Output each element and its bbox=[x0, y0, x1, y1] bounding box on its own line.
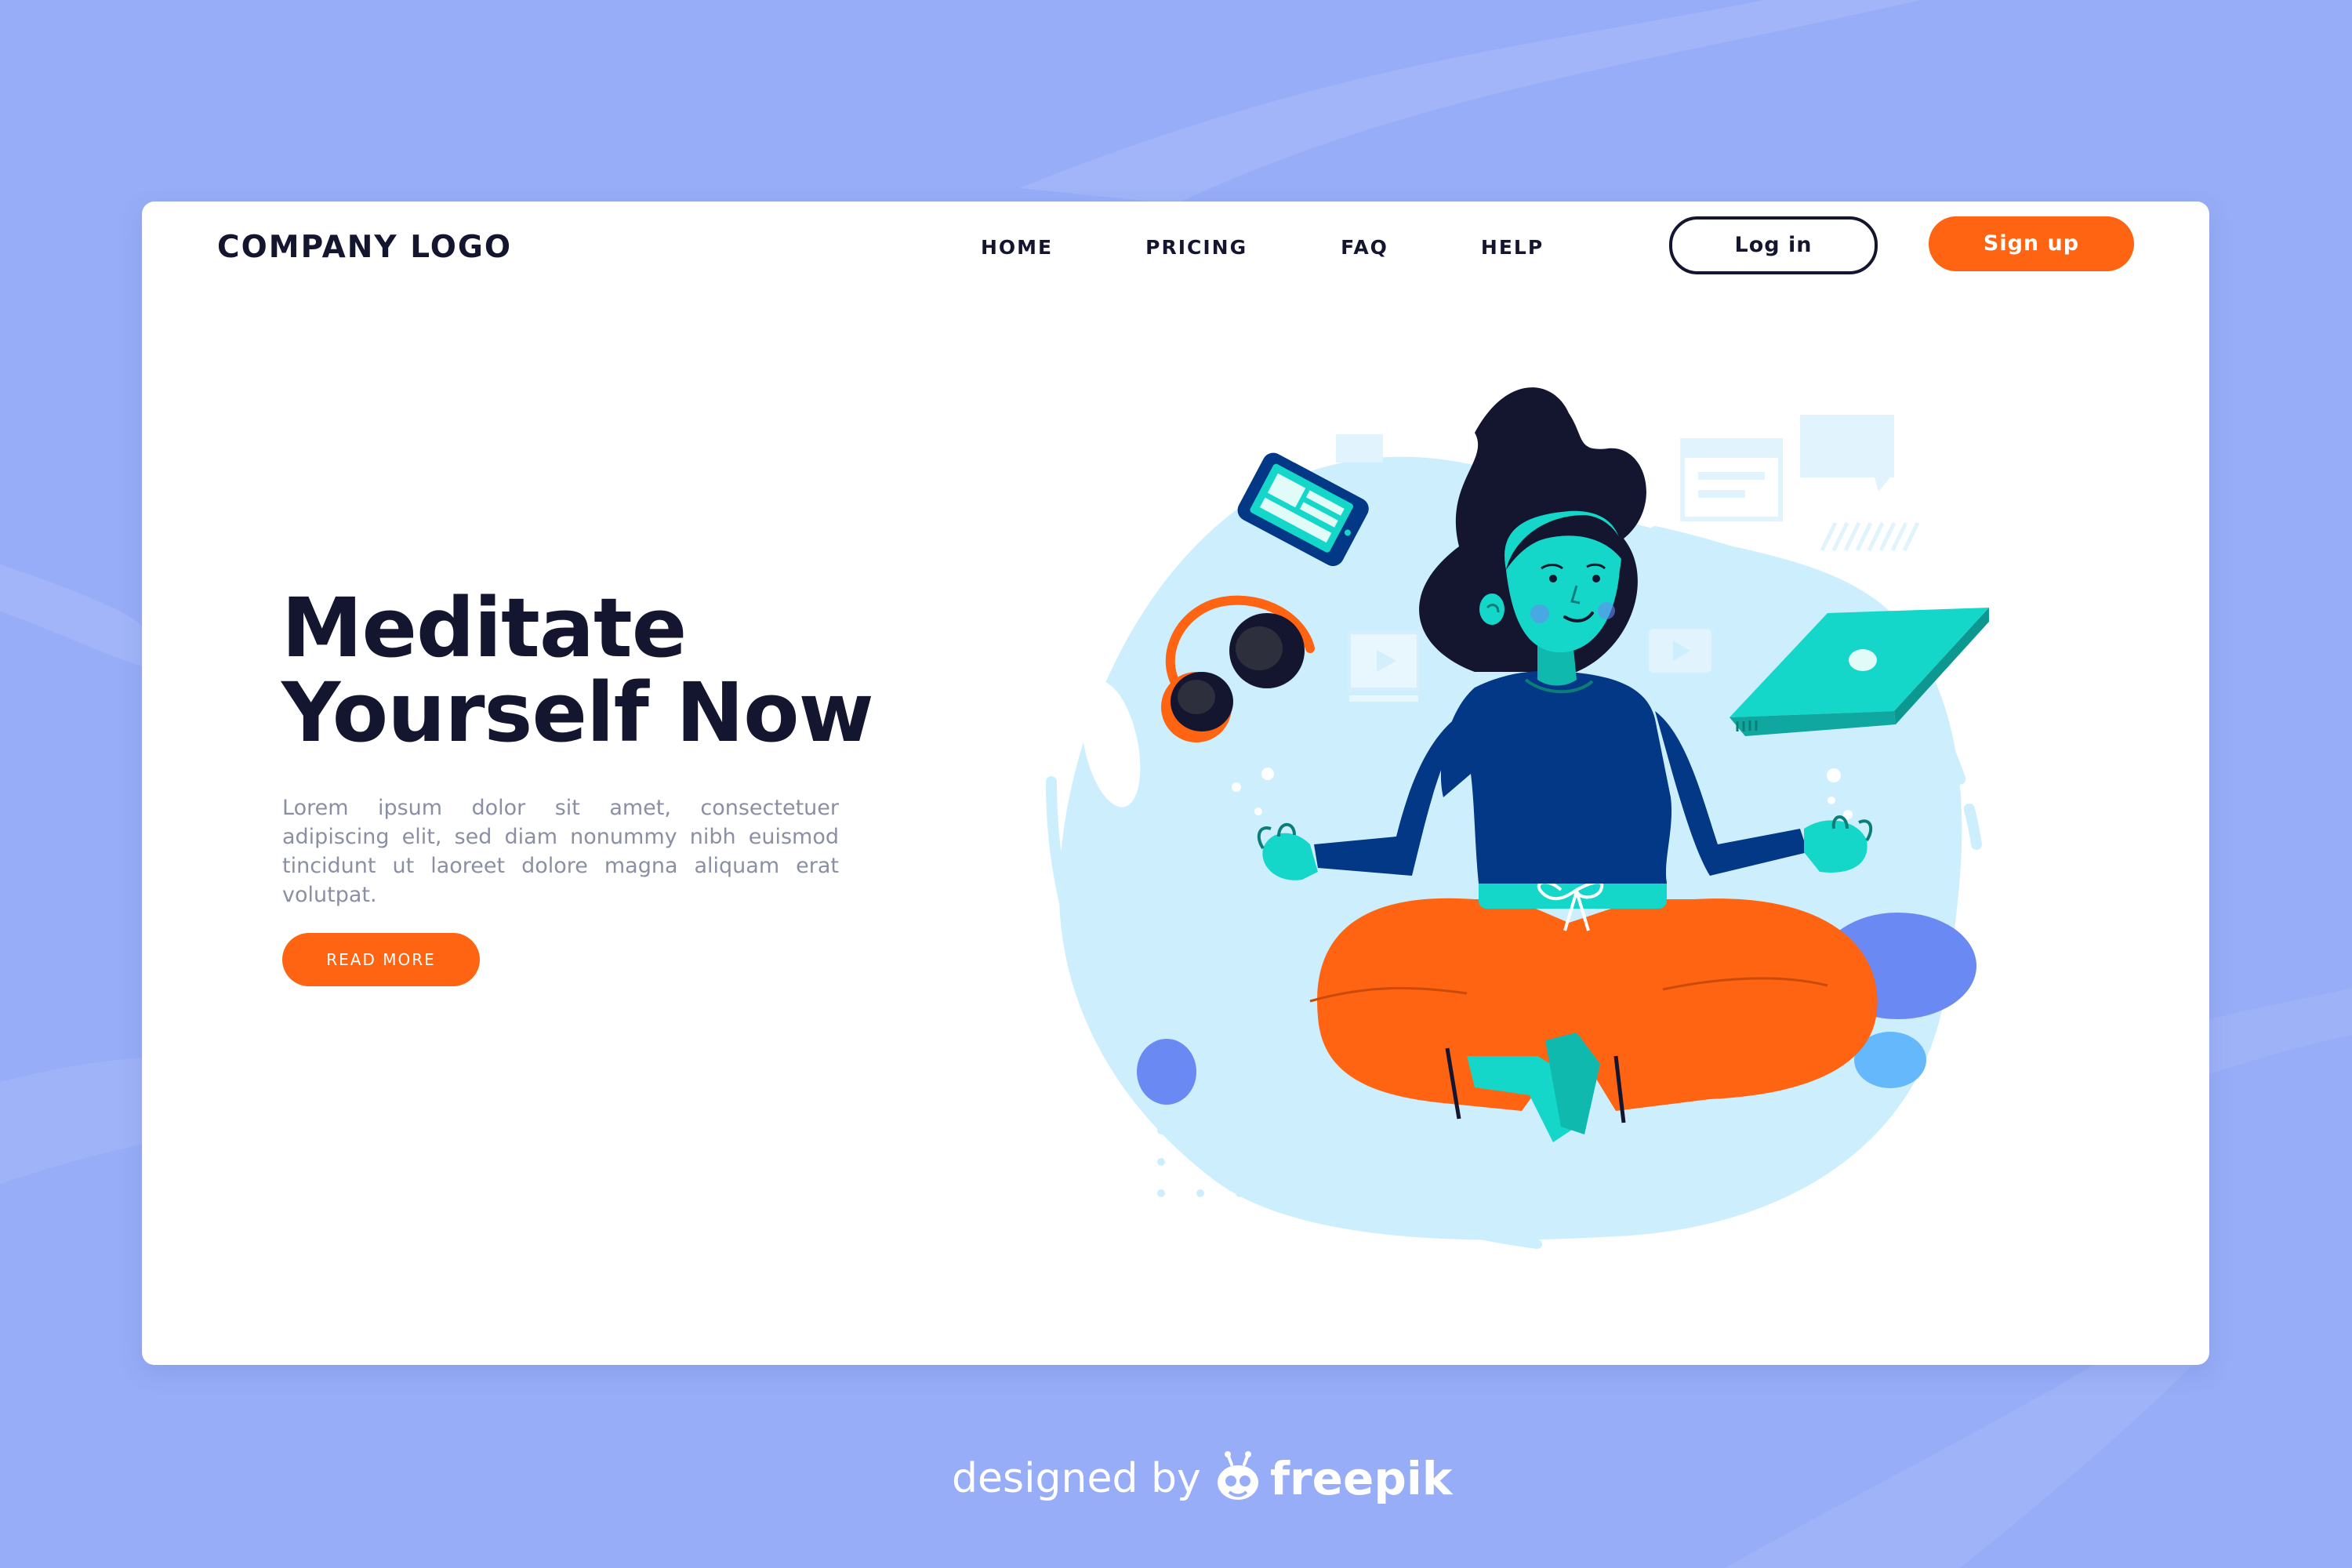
freepik-brand: freepik bbox=[1269, 1452, 1453, 1505]
freepik-bee-icon bbox=[1214, 1451, 1262, 1506]
faint-rect-1 bbox=[1336, 434, 1383, 463]
landing-card: COMPANY LOGO HOME PRICING FAQ HELP Log i… bbox=[142, 201, 2209, 1365]
pants bbox=[1317, 898, 1878, 1111]
faint-hatch bbox=[1820, 521, 1920, 552]
blob-left bbox=[1137, 1039, 1196, 1105]
play-icon bbox=[1649, 629, 1711, 673]
credit-prefix: designed by bbox=[952, 1455, 1201, 1502]
chat-bubble-icon bbox=[1800, 415, 1894, 492]
freepik-credit[interactable]: designed by freepik bbox=[952, 1447, 1452, 1510]
meditation-illustration bbox=[1046, 387, 1989, 1249]
faint-browser-icon bbox=[1680, 438, 1783, 521]
